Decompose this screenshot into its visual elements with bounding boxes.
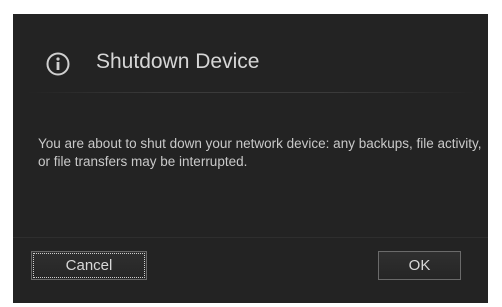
footer-divider: [13, 237, 488, 238]
dialog-message: You are about to shut down your network …: [38, 136, 482, 169]
header-divider: [27, 92, 474, 93]
cancel-button[interactable]: Cancel: [31, 251, 147, 280]
dialog-title: Shutdown Device: [96, 50, 260, 73]
ok-button[interactable]: OK: [378, 251, 461, 280]
info-icon: [46, 52, 70, 76]
dialog-header: Shutdown Device: [13, 14, 488, 92]
